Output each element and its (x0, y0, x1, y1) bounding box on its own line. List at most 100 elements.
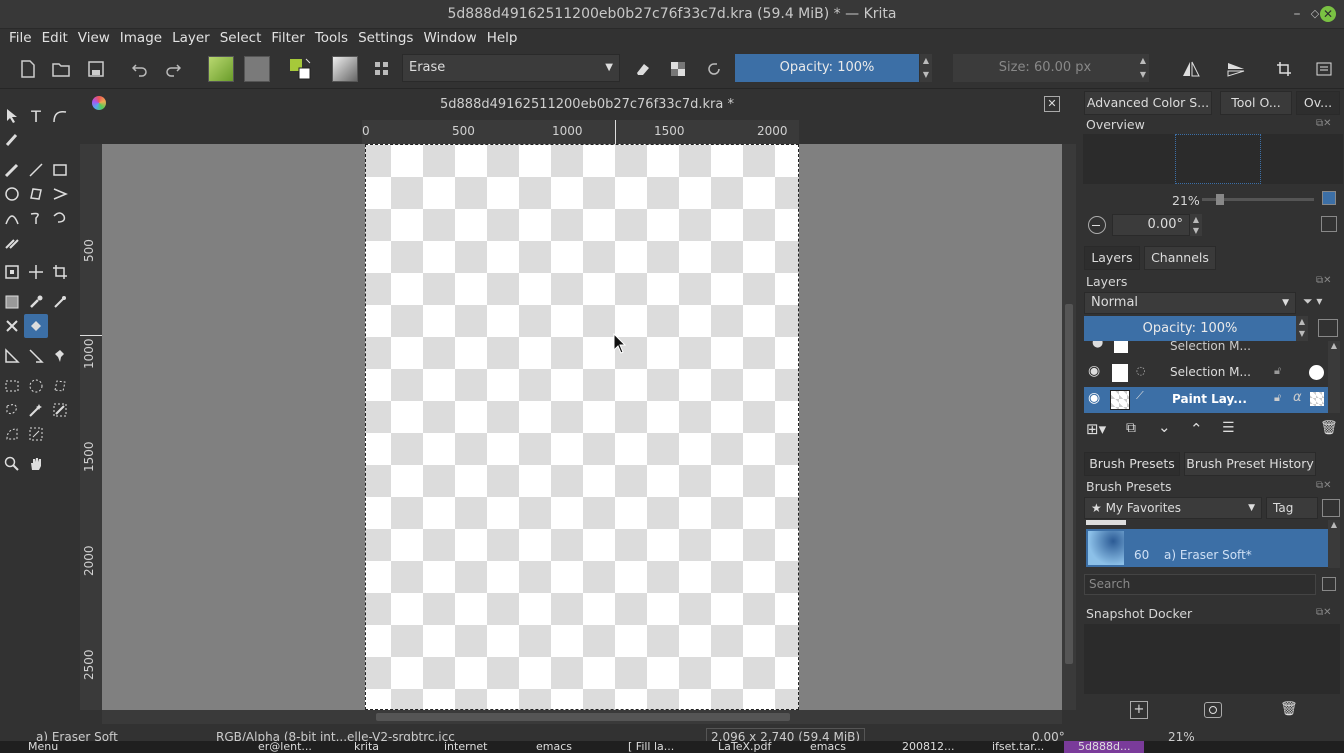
close-document-icon[interactable]: ✕ (1044, 96, 1060, 112)
move-layer-up-icon[interactable]: ⌃ (1190, 420, 1210, 438)
pan-tool-icon[interactable] (26, 454, 46, 474)
brush-tag-select[interactable]: ★ My Favorites ▼ (1084, 497, 1262, 519)
crop-tool-icon[interactable] (50, 262, 70, 282)
assistant-tool-icon[interactable] (26, 346, 46, 366)
smart-patch-icon[interactable] (50, 292, 70, 312)
add-layer-icon[interactable]: ⊞▾ (1086, 420, 1116, 438)
tab-brush-preset-history[interactable]: Brush Preset History (1184, 452, 1316, 476)
blend-mode-select[interactable]: Erase ▼ (402, 54, 620, 82)
measure-tool-icon[interactable] (2, 346, 22, 366)
freehand-select-icon[interactable] (2, 400, 22, 420)
eraser-mode-icon[interactable] (629, 56, 657, 82)
menu-window[interactable]: Window (418, 29, 481, 47)
color-swap-icon[interactable] (288, 56, 316, 82)
mirror-vertical-icon[interactable] (1222, 56, 1250, 82)
dynamic-brush-icon[interactable] (50, 208, 70, 228)
menu-view[interactable]: View (73, 29, 115, 47)
menu-image[interactable]: Image (115, 29, 167, 47)
horizontal-scroll-thumb[interactable] (376, 713, 790, 721)
layer-name[interactable]: Selection M... (1170, 365, 1251, 379)
taskbar-item[interactable]: krita (340, 741, 379, 753)
undo-icon[interactable] (126, 56, 154, 82)
layer-opacity-slider[interactable]: Opacity: 100% (1084, 316, 1296, 341)
opacity-spinner[interactable]: ▲ ▼ (920, 54, 932, 82)
layer-name[interactable]: Paint Lay... (1172, 392, 1247, 406)
menu-tools[interactable]: Tools (310, 29, 353, 47)
workspace-icon[interactable] (1310, 56, 1338, 82)
layer-properties-icon[interactable] (1318, 319, 1338, 337)
layer-options-icon[interactable]: ☰ (1222, 420, 1242, 438)
freehand-path-icon[interactable] (26, 208, 46, 228)
tab-layers[interactable]: Layers (1084, 246, 1140, 270)
text-tool-icon[interactable]: T (26, 106, 46, 126)
contiguous-select-icon[interactable] (26, 400, 46, 420)
delete-snapshot-icon[interactable]: 🗑︎ (1280, 701, 1298, 719)
tag-button[interactable]: Tag (1266, 497, 1318, 519)
canvas-horizontal-scrollbar[interactable] (102, 710, 1062, 724)
overview-toggle-icon[interactable] (1322, 191, 1336, 205)
layer-row[interactable]: ● Selection M... (1084, 341, 1336, 355)
polygon-select-icon[interactable] (50, 376, 70, 396)
ellipse-tool-icon[interactable] (2, 184, 22, 204)
duplicate-layer-icon[interactable]: ⧉ (1126, 420, 1146, 438)
transform-tool-icon[interactable] (2, 262, 22, 282)
polyline-tool-icon[interactable] (50, 184, 70, 204)
taskbar-item-active[interactable]: 5d888d... (1064, 741, 1144, 753)
menu-select[interactable]: Select (215, 29, 267, 47)
tab-tool-options[interactable]: Tool O... (1220, 91, 1292, 115)
preset-previous-item[interactable] (1086, 520, 1126, 525)
mirror-horizontal-icon[interactable] (1177, 56, 1205, 82)
preset-search-input[interactable]: Search (1084, 574, 1316, 595)
taskbar-item[interactable]: internet (430, 741, 488, 753)
taskbar-item[interactable]: ifset.tar... (978, 741, 1044, 753)
size-slider[interactable]: Size: 60.00 px (953, 54, 1137, 82)
brush-preset-button[interactable] (332, 56, 358, 82)
menu-help[interactable]: Help (482, 29, 523, 47)
taskbar-item[interactable]: emacs (796, 741, 846, 753)
vertical-scroll-thumb[interactable] (1065, 304, 1073, 664)
switch-snapshot-icon[interactable] (1204, 702, 1222, 718)
layers-scrollbar[interactable]: ▲ (1328, 341, 1340, 413)
tab-advanced-color[interactable]: Advanced Color S... (1084, 91, 1212, 115)
similar-select-icon[interactable] (50, 400, 70, 420)
layer-name[interactable]: Selection M... (1170, 341, 1251, 353)
move-tool-icon[interactable] (26, 262, 46, 282)
add-snapshot-icon[interactable]: + (1130, 701, 1148, 719)
menu-layer[interactable]: Layer (167, 29, 215, 47)
layer-row-selected[interactable]: ◉ ⟋ Paint Lay... 🔓︎ α (1084, 387, 1336, 413)
eye-icon[interactable]: ◉ (1088, 363, 1106, 379)
bezier-select-icon[interactable] (2, 424, 22, 444)
canvas-document[interactable] (365, 144, 799, 710)
layer-blend-select[interactable]: Normal ▼ (1084, 292, 1296, 314)
gradient-selector[interactable] (208, 56, 234, 82)
eye-icon[interactable]: ◉ (1088, 390, 1106, 406)
document-tab-title[interactable]: 5d888d49162511200eb0b27c76f33c7d.kra * (440, 97, 734, 112)
preserve-alpha-icon[interactable] (664, 56, 692, 82)
layer-row[interactable]: ◉ ◌ Selection M... 🔓︎ (1084, 360, 1336, 386)
mirror-view-icon[interactable] (1321, 216, 1337, 232)
save-document-icon[interactable] (82, 56, 110, 82)
minimize-icon[interactable]: – (1288, 5, 1306, 23)
freehand-brush-icon[interactable] (2, 160, 22, 180)
layer-opacity-spinner[interactable]: ▲ ▼ (1296, 316, 1308, 341)
lock-icon[interactable]: 🔓︎ (1274, 391, 1281, 405)
close-layers-icon[interactable]: ⧉✕ (1316, 275, 1332, 286)
reload-preset-icon[interactable] (700, 56, 728, 82)
open-document-icon[interactable] (47, 56, 75, 82)
layer-visibility-icon[interactable]: ● (1092, 341, 1103, 350)
menu-file[interactable]: File (4, 29, 37, 47)
menu-filter[interactable]: Filter (266, 29, 309, 47)
colorize-mask-icon[interactable] (2, 316, 22, 336)
rotation-field[interactable]: 0.00° (1112, 214, 1190, 236)
inherit-alpha-icon[interactable] (1310, 392, 1324, 406)
tab-channels[interactable]: Channels (1144, 246, 1216, 270)
opacity-slider[interactable]: Opacity: 100% (735, 54, 919, 82)
preset-view-icon[interactable] (1322, 499, 1340, 517)
rectangle-tool-icon[interactable] (50, 160, 70, 180)
rect-select-icon[interactable] (2, 376, 22, 396)
tab-brush-presets[interactable]: Brush Presets (1084, 452, 1180, 476)
overview-zoom-slider[interactable] (1202, 194, 1314, 205)
canvas-vertical-scrollbar[interactable] (1062, 144, 1076, 710)
color-picker-icon[interactable] (26, 292, 46, 312)
close-presets-icon[interactable]: ⧉✕ (1316, 480, 1332, 491)
